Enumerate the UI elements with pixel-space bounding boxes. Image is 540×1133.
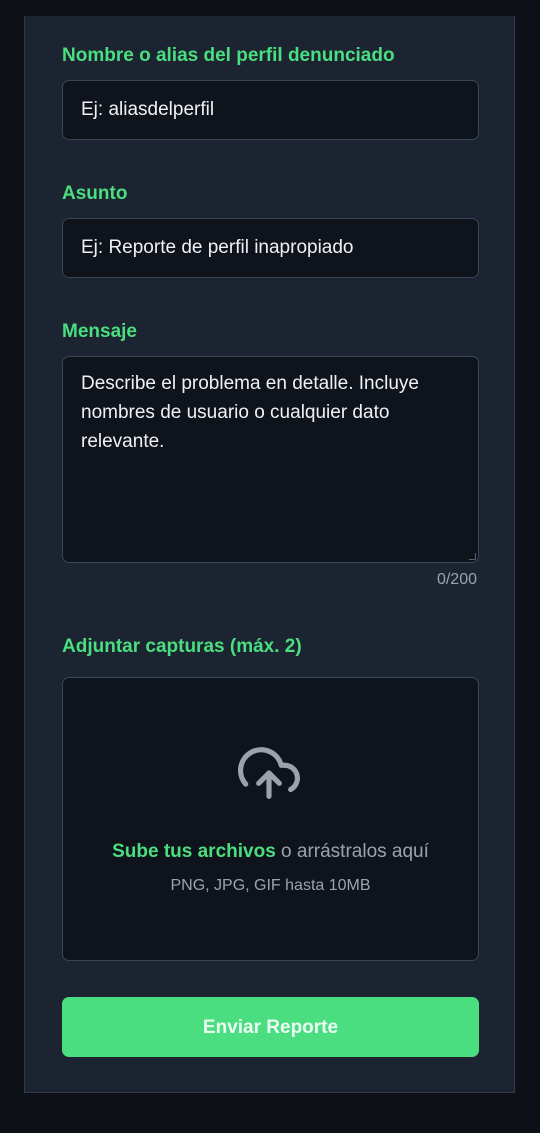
profile-alias-label: Nombre o alias del perfil denunciado: [62, 45, 395, 66]
dropzone-instructions: Sube tus archivos o arrástralos aquí: [63, 839, 478, 865]
drag-here-text: o arrástralos aquí: [275, 841, 429, 862]
attachments-label: Adjuntar capturas (máx. 2): [62, 636, 302, 657]
file-dropzone[interactable]: Sube tus archivos o arrástralos aquí PNG…: [62, 677, 479, 961]
textarea-resize-handle[interactable]: [469, 553, 476, 560]
subject-label: Asunto: [62, 183, 128, 204]
upload-files-link[interactable]: Sube tus archivos: [112, 841, 276, 862]
report-form-card: Nombre o alias del perfil denunciado Ej:…: [24, 16, 515, 1093]
file-type-hint: PNG, JPG, GIF hasta 10MB: [170, 877, 371, 894]
subject-input[interactable]: Ej: Reporte de perfil inapropiado: [62, 218, 479, 278]
message-label: Mensaje: [62, 321, 137, 342]
profile-alias-input[interactable]: Ej: aliasdelperfil: [62, 80, 479, 140]
cloud-upload-icon: [237, 747, 300, 799]
submit-report-button[interactable]: Enviar Reporte: [62, 997, 479, 1057]
character-counter: 0/200: [436, 571, 477, 588]
message-textarea[interactable]: Describe el problema en detalle. Incluye…: [62, 356, 479, 563]
message-placeholder: Describe el problema en detalle. Incluye…: [81, 373, 419, 452]
